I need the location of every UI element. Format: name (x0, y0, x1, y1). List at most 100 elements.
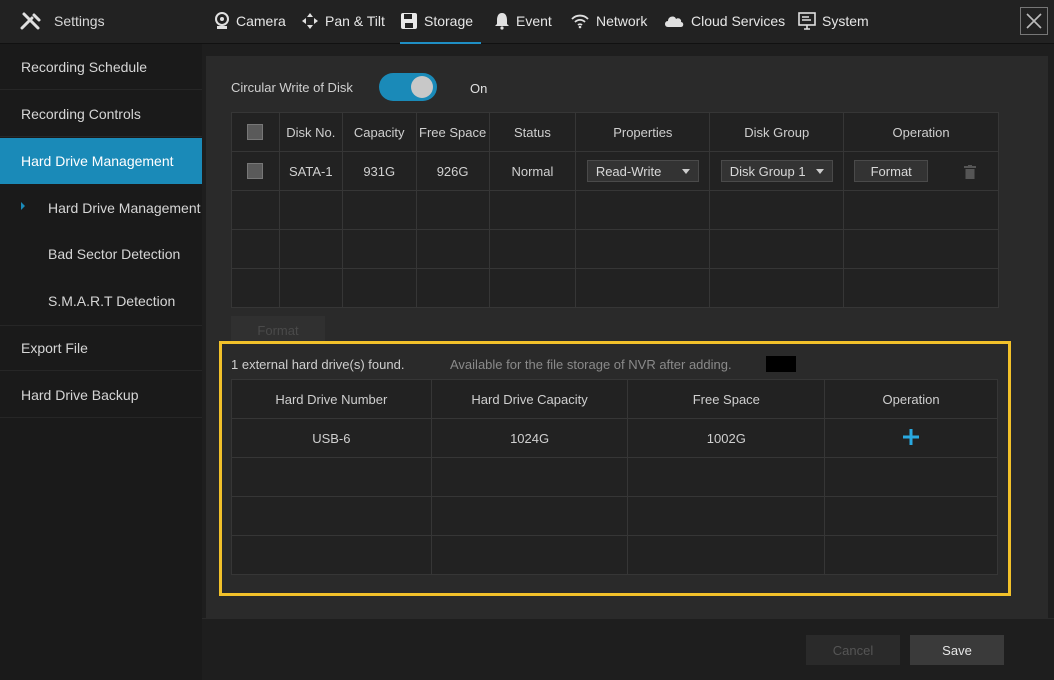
properties-dropdown[interactable]: Read-Write (586, 160, 699, 182)
circular-write-state: On (470, 81, 488, 96)
sidebar-item-hard-drive-management[interactable]: Hard Drive Management (0, 138, 202, 184)
table-row (231, 457, 998, 497)
disk-group-dropdown[interactable]: Disk Group 1 (720, 160, 833, 182)
tab-network[interactable]: Network (570, 0, 647, 42)
cloud-icon (665, 16, 684, 27)
column-header: Hard Drive Number (231, 379, 432, 419)
disk-group-cell: Disk Group 1 (709, 151, 845, 191)
empty-cell (843, 268, 999, 308)
sidebar-item-label: Export File (21, 340, 88, 356)
column-header: Operation (824, 379, 998, 419)
toggle-knob (411, 76, 433, 98)
table-row (231, 535, 998, 575)
status-cell: Normal (488, 151, 577, 191)
tab-pan-tilt[interactable]: Pan & Tilt (301, 0, 385, 42)
disk-no-cell: SATA-1 (278, 151, 343, 191)
sidebar-item-label: Bad Sector Detection (48, 246, 181, 262)
sidebar-item-label: Hard Drive Management (21, 153, 174, 169)
redaction-block (766, 356, 796, 372)
tab-label: System (822, 13, 869, 29)
sidebar-item-hard-drive-backup[interactable]: Hard Drive Backup (0, 372, 202, 418)
tab-camera[interactable]: Camera (214, 0, 286, 42)
sidebar-item-recording-schedule[interactable]: Recording Schedule (0, 44, 202, 90)
drive-operation-cell (824, 418, 998, 458)
save-button[interactable]: Save (910, 635, 1004, 665)
close-button[interactable] (1020, 7, 1048, 35)
empty-cell (488, 190, 577, 230)
empty-cell (575, 268, 711, 308)
empty-cell (231, 457, 432, 497)
save-disk-icon (401, 13, 417, 29)
tab-label: Camera (236, 13, 286, 29)
column-header: Properties (575, 112, 711, 152)
empty-cell (709, 268, 845, 308)
empty-cell (231, 268, 280, 308)
table-header-row: Disk No. Capacity Free Space Status Prop… (231, 112, 999, 152)
format-button[interactable]: Format (231, 316, 325, 344)
table-row (231, 496, 998, 536)
trash-icon[interactable] (963, 165, 976, 180)
disk-group-value: Disk Group 1 (729, 163, 806, 179)
column-header: Operation (843, 112, 999, 152)
empty-cell (278, 229, 343, 269)
tab-label: Pan & Tilt (325, 13, 385, 29)
settings-label: Settings (54, 13, 105, 29)
external-drives-hint: Available for the file storage of NVR af… (450, 357, 732, 372)
empty-cell (415, 229, 490, 269)
empty-cell (231, 535, 432, 575)
tab-label: Event (516, 13, 552, 29)
tab-event[interactable]: Event (494, 0, 552, 42)
tab-label: Cloud Services (691, 13, 786, 29)
sidebar-item-label: Hard Drive Management (48, 200, 201, 216)
sidebar-item-label: S.M.A.R.T Detection (48, 293, 176, 309)
capacity-cell: 931G (341, 151, 417, 191)
tab-cloud-services[interactable]: Cloud Services (663, 0, 785, 42)
empty-cell (341, 229, 417, 269)
empty-cell (824, 496, 998, 536)
circular-write-toggle[interactable] (379, 73, 437, 101)
sidebar-subitem-bad-sector-detection[interactable]: Bad Sector Detection (0, 231, 202, 277)
empty-cell (709, 229, 845, 269)
sidebar-subitem-smart-detection[interactable]: S.M.A.R.T Detection (0, 278, 202, 324)
drive-capacity-cell: 1024G (430, 418, 629, 458)
tab-system[interactable]: System (798, 0, 869, 42)
monitor-icon (798, 12, 816, 30)
empty-cell (231, 496, 432, 536)
cancel-button[interactable]: Cancel (806, 635, 900, 665)
disk-table: Disk No. Capacity Free Space Status Prop… (231, 112, 999, 308)
empty-cell (709, 190, 845, 230)
table-row (231, 190, 999, 230)
drive-free-space-cell: 1002G (627, 418, 826, 458)
select-all-cell (231, 112, 280, 152)
settings-title: Settings (20, 0, 105, 42)
top-navigation-bar: Settings Camera Pan & Tilt Storage Event (0, 0, 1054, 44)
empty-cell (341, 268, 417, 308)
arrow-right-icon (21, 202, 25, 210)
select-all-checkbox[interactable] (247, 124, 264, 141)
empty-cell (278, 268, 343, 308)
external-drives-found: 1 external hard drive(s) found. (231, 357, 405, 372)
tab-storage[interactable]: Storage (400, 0, 482, 44)
empty-cell (430, 496, 629, 536)
free-space-cell: 926G (415, 151, 490, 191)
column-header: Disk No. (278, 112, 343, 152)
close-icon (1026, 13, 1042, 29)
tab-label: Storage (424, 13, 474, 29)
chevron-down-icon (681, 168, 690, 174)
circular-write-label: Circular Write of Disk (231, 80, 353, 95)
table-row: USB-6 1024G 1002G (231, 418, 998, 458)
table-row (231, 229, 999, 269)
empty-cell (415, 268, 490, 308)
table-row (231, 268, 999, 308)
sidebar-item-label: Recording Schedule (21, 58, 148, 75)
sidebar-item-recording-controls[interactable]: Recording Controls (0, 91, 202, 137)
properties-cell: Read-Write (575, 151, 711, 191)
plus-icon[interactable] (902, 428, 920, 446)
footer-bar: Cancel Save (202, 618, 1054, 680)
format-row-button[interactable]: Format (854, 160, 929, 182)
empty-cell (430, 535, 629, 575)
sidebar-subitem-hard-drive-management[interactable]: Hard Drive Management (0, 185, 202, 231)
external-drives-table: Hard Drive Number Hard Drive Capacity Fr… (231, 379, 998, 575)
row-checkbox[interactable] (247, 163, 264, 180)
sidebar-item-export-file[interactable]: Export File (0, 325, 202, 371)
